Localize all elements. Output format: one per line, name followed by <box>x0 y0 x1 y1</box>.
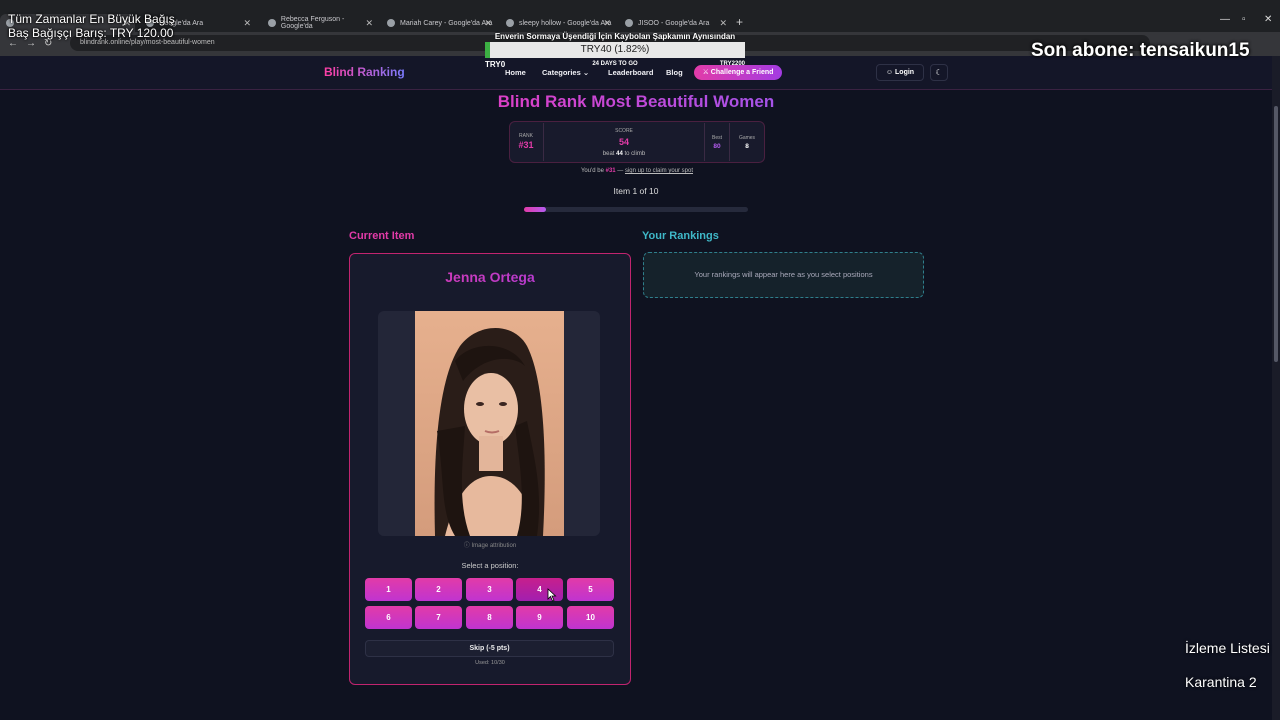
nav-categories-label: Categories <box>542 68 581 77</box>
score-value: 54 <box>618 137 629 147</box>
site-logo[interactable]: Blind Ranking <box>324 65 405 79</box>
top-donation-overlay: Tüm Zamanlar En Büyük Bağış Baş Bağışçı … <box>8 12 175 40</box>
position-button-7[interactable]: 7 <box>415 606 462 629</box>
claim-rank: #31 <box>605 168 616 174</box>
challenge-friend-button[interactable]: ⚔ Challenge a Friend <box>694 65 782 80</box>
last-subscriber-overlay: Son abone: tensaikun15 <box>1031 40 1250 61</box>
image-attribution-link[interactable]: ⓘ Image attribution <box>349 540 631 549</box>
donation-goal-bar: TRY40 (1.82%) <box>485 42 745 58</box>
item-photo <box>415 311 564 536</box>
mouse-cursor-icon <box>547 588 557 602</box>
google-icon <box>268 19 276 27</box>
browser-tab[interactable]: JISOO - Google'da Ara ✕ <box>619 14 731 32</box>
google-icon <box>387 19 395 27</box>
theme-toggle-button[interactable]: ☾ <box>930 64 948 81</box>
position-button-1[interactable]: 1 <box>365 578 412 601</box>
scrollbar-thumb[interactable] <box>1274 106 1278 362</box>
google-icon <box>506 19 514 27</box>
maximize-icon[interactable]: ▫ <box>1242 14 1246 25</box>
nav-home[interactable]: Home <box>505 68 526 77</box>
watchlist-overlay: İzleme Listesi <box>1185 640 1270 656</box>
browser-tab[interactable]: sleepy hollow - Google'da Ara ✕ <box>500 14 615 32</box>
progress-fill <box>524 207 547 212</box>
minimize-icon[interactable]: — <box>1220 14 1230 25</box>
donation-goal-value: TRY40 (1.82%) <box>580 44 650 55</box>
close-tab-icon[interactable]: ✕ <box>484 18 492 29</box>
score-label: SCORE <box>615 128 633 134</box>
chevron-down-icon: ⌄ <box>582 68 590 77</box>
skips-used-text: Used: 10/30 <box>475 660 505 666</box>
best-label: Best <box>711 135 722 141</box>
position-button-5[interactable]: 5 <box>567 578 614 601</box>
login-button[interactable]: ☺ Login <box>876 64 924 81</box>
browser-tab[interactable]: Rebecca Ferguson - Google'da ✕ <box>262 14 377 32</box>
position-button-2[interactable]: 2 <box>415 578 462 601</box>
beat-prefix: beat <box>602 151 615 157</box>
close-tab-icon[interactable]: ✕ <box>719 18 727 29</box>
divider <box>729 123 730 161</box>
position-button-6[interactable]: 6 <box>365 606 412 629</box>
nav-categories[interactable]: Categories ⌄ <box>542 68 589 77</box>
position-button-9[interactable]: 9 <box>516 606 563 629</box>
user-icon: ☺ <box>885 69 894 76</box>
best-value: 80 <box>713 143 721 150</box>
close-tab-icon[interactable]: ✕ <box>243 18 251 29</box>
close-tab-icon[interactable]: ✕ <box>365 18 373 29</box>
beat-value: 44 <box>616 151 623 157</box>
position-button-3[interactable]: 3 <box>466 578 513 601</box>
donation-goal-target: TRY2200 <box>719 61 745 67</box>
login-label: Login <box>895 69 915 76</box>
top-donation-title: Tüm Zamanlar En Büyük Bağış <box>8 12 175 26</box>
claim-dash: — <box>617 168 624 174</box>
progress-bar <box>524 207 748 212</box>
divider <box>704 123 705 161</box>
your-rankings-heading: Your Rankings <box>642 230 719 242</box>
quarantine-overlay: Karantina 2 <box>1185 674 1257 690</box>
browser-tab[interactable]: Mariah Carey - Google'da Ara ✕ <box>381 14 496 32</box>
select-position-label: Select a position: <box>461 561 519 570</box>
games-label: Games <box>738 135 756 141</box>
rankings-empty-text: Your rankings will appear here as you se… <box>694 270 873 279</box>
score-beat-text: beat 44 to climb <box>544 151 704 157</box>
claim-prefix: You'd be <box>580 168 604 174</box>
item-name: Jenna Ortega <box>349 269 631 285</box>
position-button-10[interactable]: 10 <box>567 606 614 629</box>
skip-button[interactable]: Skip (-5 pts) <box>365 640 614 657</box>
close-tab-icon[interactable]: ✕ <box>603 18 611 29</box>
google-icon <box>625 19 633 27</box>
new-tab-icon[interactable]: + <box>736 15 743 29</box>
rank-label: RANK <box>519 133 533 139</box>
nav-leaderboard[interactable]: Leaderboard <box>608 68 653 77</box>
top-donor-text: Baş Bağışçı Barış: TRY 120.00 <box>8 26 174 40</box>
item-counter: Item 1 of 10 <box>613 186 659 196</box>
rank-value: #31 <box>518 140 534 150</box>
games-value: 8 <box>745 143 749 150</box>
close-window-icon[interactable]: ✕ <box>1264 14 1272 25</box>
position-button-8[interactable]: 8 <box>466 606 513 629</box>
signup-link[interactable]: sign up to claim your spot <box>625 168 693 174</box>
current-item-heading: Current Item <box>349 230 415 242</box>
nav-blog[interactable]: Blog <box>666 68 683 77</box>
beat-suffix: to climb <box>624 151 646 157</box>
page-title: Blind Rank Most Beautiful Women <box>440 92 832 112</box>
claim-spot-text: You'd be #31 — sign up to claim your spo… <box>509 168 765 174</box>
